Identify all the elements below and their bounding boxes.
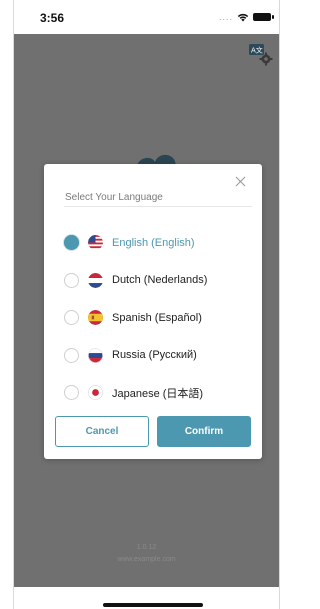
language-options-list: English (English) Dutch (Nederlands) Spa…: [64, 224, 254, 412]
language-label: Russia (Русский): [112, 349, 197, 362]
language-label: English (English): [112, 236, 195, 249]
language-option-japanese[interactable]: Japanese (日本語): [64, 374, 254, 412]
language-option-spanish[interactable]: Spanish (Español): [64, 299, 254, 337]
close-icon[interactable]: [235, 176, 246, 187]
language-option-russian[interactable]: Russia (Русский): [64, 337, 254, 375]
radio-selected-icon[interactable]: [64, 235, 79, 251]
bottom-safe-area: [14, 587, 279, 609]
svg-text:A文: A文: [251, 46, 263, 55]
language-settings-icon[interactable]: A文: [249, 44, 273, 66]
radio-unselected-icon[interactable]: [64, 310, 79, 326]
language-label: Dutch (Nederlands): [112, 274, 208, 287]
radio-unselected-icon[interactable]: [64, 272, 79, 288]
dialog-title: Select Your Language: [65, 192, 163, 203]
confirm-button[interactable]: Confirm: [157, 416, 251, 447]
status-time: 3:56: [40, 11, 65, 25]
home-indicator[interactable]: [103, 603, 203, 607]
status-icons: ....: [218, 12, 274, 22]
netherlands-flag-icon: [88, 272, 103, 288]
app-website: www.example.com: [117, 556, 176, 563]
cancel-button[interactable]: Cancel: [55, 416, 149, 447]
language-selection-dialog: Select Your Language English (English) D…: [44, 164, 262, 459]
language-label: Spanish (Español): [112, 311, 202, 324]
radio-unselected-icon[interactable]: [64, 347, 79, 363]
us-flag-icon: [88, 235, 103, 251]
status-bar: 3:56 ....: [14, 0, 279, 34]
battery-icon: [253, 13, 274, 21]
japan-flag-icon: [88, 385, 103, 401]
language-option-dutch[interactable]: Dutch (Nederlands): [64, 262, 254, 300]
app-version: 1.0.12: [136, 544, 157, 551]
russia-flag-icon: [88, 347, 103, 363]
language-option-english[interactable]: English (English): [64, 224, 254, 262]
dialog-divider: [64, 206, 252, 207]
signal-icon: ....: [218, 12, 233, 22]
language-label: Japanese (日本語): [112, 387, 204, 400]
spain-flag-icon: [88, 310, 103, 326]
wifi-icon: [237, 13, 249, 21]
radio-unselected-icon[interactable]: [64, 385, 79, 401]
